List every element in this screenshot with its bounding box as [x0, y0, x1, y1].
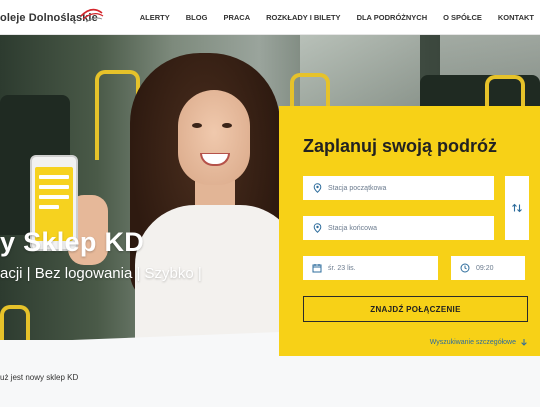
eye: [192, 123, 202, 128]
swap-stations-button[interactable]: [505, 176, 529, 240]
nav-item-kontakt[interactable]: KONTAKT: [498, 13, 534, 22]
nav-item-praca[interactable]: PRACA: [223, 13, 250, 22]
location-pin-icon: [312, 223, 322, 233]
journey-planner: Zaplanuj swoją podróż Stacja początkowa …: [279, 106, 540, 356]
phone-screen-line: [39, 195, 69, 199]
clock-icon: [460, 263, 470, 273]
seat-handle: [485, 75, 525, 110]
arrow-down-icon: [521, 339, 527, 346]
location-pin-icon: [312, 183, 322, 193]
nav-item-dla-podroznych[interactable]: DLA PODRÓŻNYCH: [357, 13, 428, 22]
woman-face: [178, 90, 250, 185]
time-value: 09:20: [476, 264, 494, 272]
time-input[interactable]: 09:20: [451, 256, 525, 280]
phone-screen-line: [39, 185, 69, 189]
from-station-placeholder: Stacja początkowa: [328, 184, 387, 192]
main-nav: ALERTY BLOG PRACA ROZKŁADY I BILETY DLA …: [132, 0, 540, 35]
from-station-input[interactable]: Stacja początkowa: [303, 176, 494, 200]
find-connection-button[interactable]: ZNAJDŹ POŁĄCZENIE: [303, 296, 528, 322]
promo-subtitle: acji | Bez logowania | Szybko |: [0, 265, 202, 282]
seat-handle: [0, 305, 30, 340]
date-input[interactable]: śr. 23 lis.: [303, 256, 438, 280]
calendar-icon: [312, 263, 322, 273]
advanced-search-label: Wyszukiwanie szczegółowe: [429, 338, 516, 346]
promo-title: y Sklep KD: [0, 227, 145, 257]
to-station-placeholder: Stacja końcowa: [328, 224, 378, 232]
promo-note[interactable]: uż jest nowy sklep KD: [0, 373, 78, 382]
logo[interactable]: oleje Dolnośląskie: [0, 8, 104, 27]
planner-title: Zaplanuj swoją podróż: [303, 136, 498, 156]
advanced-search-link[interactable]: Wyszukiwanie szczegółowe: [430, 338, 528, 346]
eye: [222, 123, 232, 128]
nav-item-blog[interactable]: BLOG: [186, 13, 208, 22]
phone-screen-line: [39, 175, 69, 179]
phone-screen-line: [39, 205, 59, 209]
site-header: oleje Dolnośląskie ALERTY BLOG PRACA ROZ…: [0, 0, 540, 35]
logo-swoosh-icon: [80, 8, 104, 23]
date-value: śr. 23 lis.: [328, 264, 356, 272]
nav-item-alerty[interactable]: ALERTY: [140, 13, 170, 22]
to-station-input[interactable]: Stacja końcowa: [303, 216, 494, 240]
nav-item-rozklady-i-bilety[interactable]: ROZKŁADY I BILETY: [266, 13, 340, 22]
nav-item-o-spolce[interactable]: O SPÓŁCE: [443, 13, 482, 22]
swap-arrows-icon: [512, 203, 522, 213]
